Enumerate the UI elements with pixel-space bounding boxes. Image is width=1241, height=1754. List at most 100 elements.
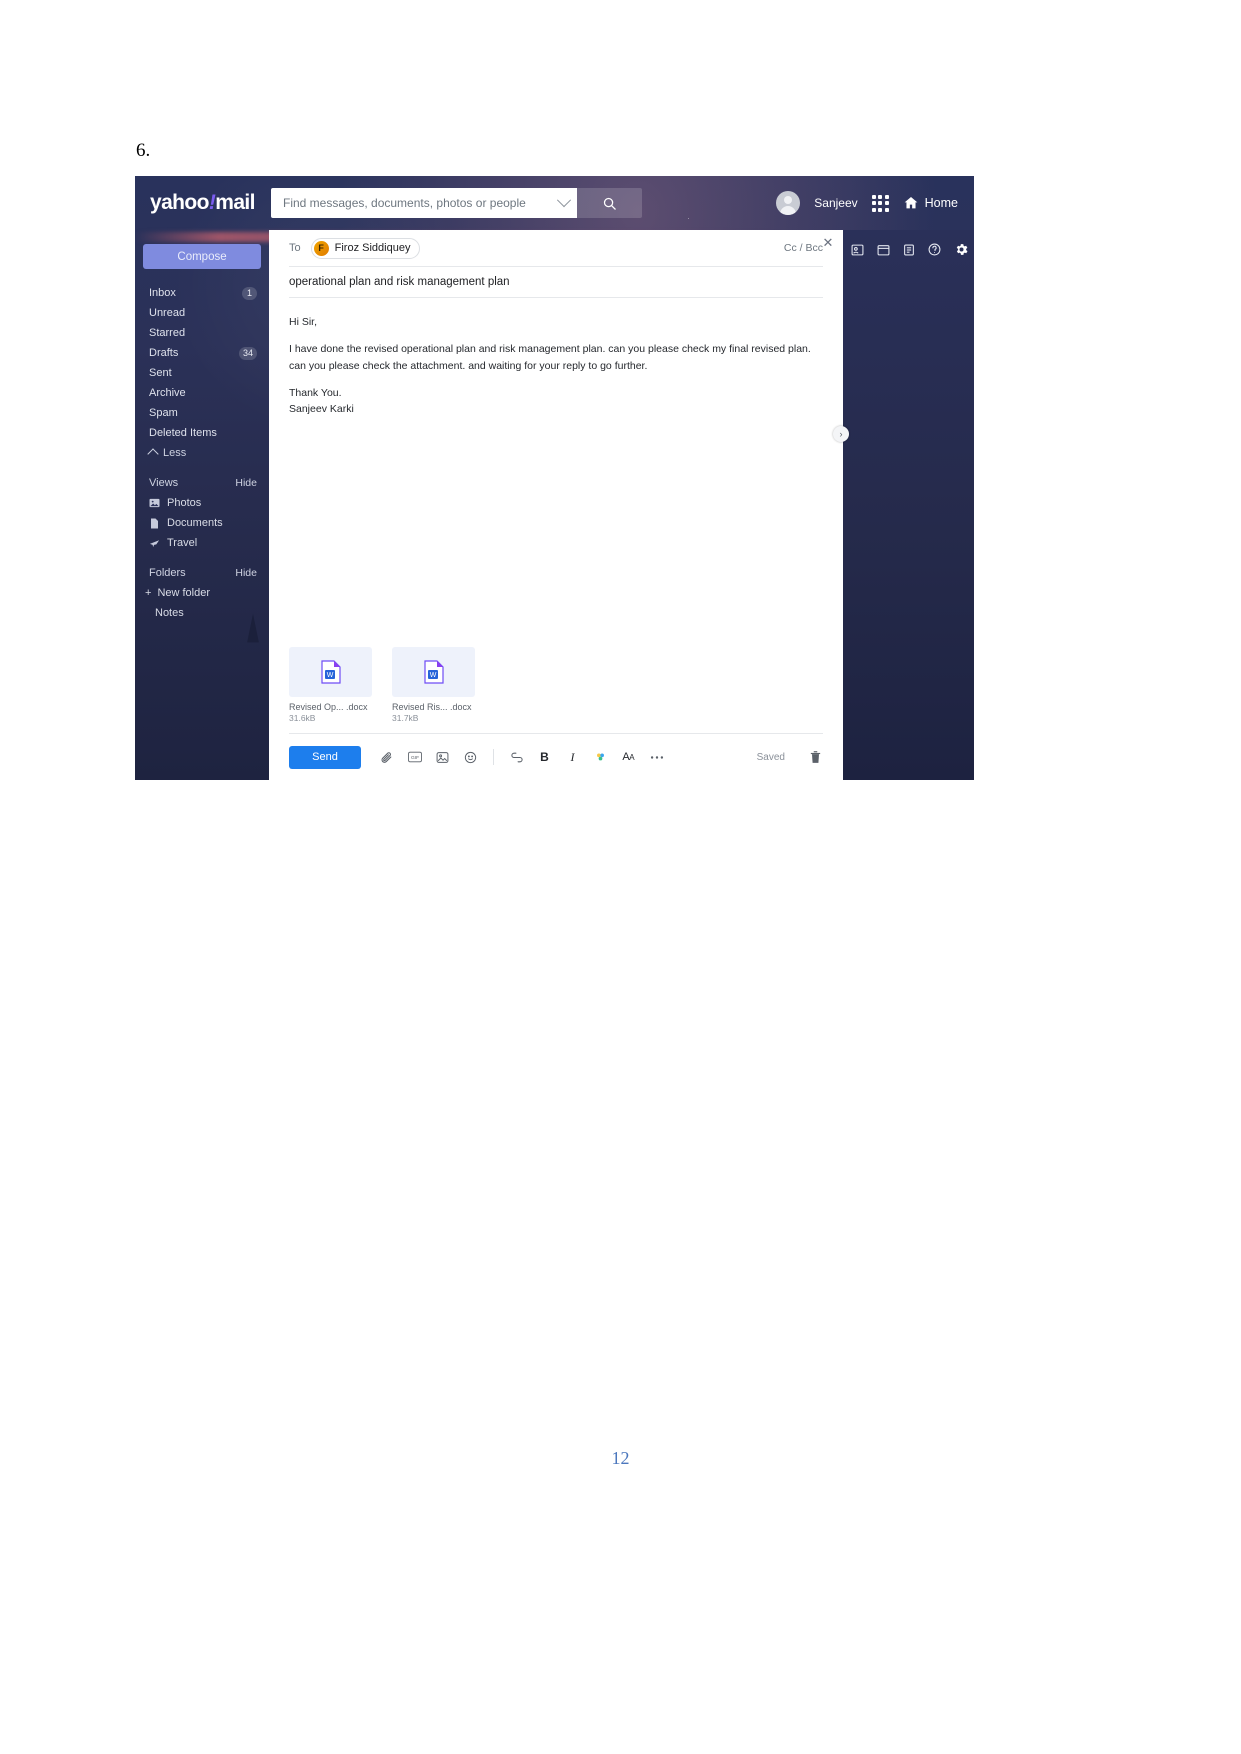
body-signature: Sanjeev Karki bbox=[289, 403, 354, 416]
user-name-label: Sanjeev bbox=[814, 196, 858, 210]
notepad-icon[interactable] bbox=[903, 244, 915, 259]
recipient-row: To F Firoz Siddiquey Cc / Bcc bbox=[289, 230, 823, 267]
sidebar-item-unread[interactable]: Unread bbox=[135, 303, 269, 323]
text-color-icon[interactable] bbox=[593, 750, 608, 765]
unread-badge: 1 bbox=[242, 286, 257, 300]
list-item-number: 6. bbox=[136, 140, 151, 161]
sidebar-item-photos[interactable]: Photos bbox=[135, 493, 269, 513]
views-title: Views bbox=[149, 477, 179, 489]
help-icon[interactable] bbox=[928, 243, 941, 259]
recipient-chip[interactable]: F Firoz Siddiquey bbox=[310, 237, 421, 259]
sidebar-item-label: Documents bbox=[167, 517, 223, 529]
sidebar-item-label: Sent bbox=[149, 367, 172, 379]
yahoo-mail-logo[interactable]: yahoo!mail bbox=[135, 191, 269, 215]
attachment-size: 31.7kB bbox=[392, 713, 419, 723]
sidebar-less-toggle[interactable]: Less bbox=[135, 443, 269, 463]
sidebar-item-documents[interactable]: Documents bbox=[135, 513, 269, 533]
emoji-icon[interactable] bbox=[463, 750, 478, 765]
sidebar-item-spam[interactable]: Spam bbox=[135, 403, 269, 423]
sidebar: Compose Inbox 1 Unread Starred Drafts 34… bbox=[135, 230, 269, 780]
recipient-name: Firoz Siddiquey bbox=[334, 242, 411, 254]
attachment-item[interactable]: W Revised Op... .docx 31.6kB bbox=[289, 647, 372, 723]
home-link[interactable]: Home bbox=[903, 195, 958, 211]
new-folder-button[interactable]: + New folder bbox=[135, 583, 269, 603]
close-icon[interactable]: ✕ bbox=[821, 236, 835, 250]
folders-hide-button[interactable]: Hide bbox=[235, 567, 257, 579]
palette-icon bbox=[597, 752, 604, 760]
folders-section-header: Folders Hide bbox=[135, 563, 269, 583]
search-area: Find messages, documents, photos or peop… bbox=[271, 188, 642, 218]
sidebar-item-label: Spam bbox=[149, 407, 178, 419]
chevron-up-icon bbox=[147, 448, 159, 460]
svg-text:W: W bbox=[326, 672, 333, 679]
settings-gear-icon[interactable] bbox=[954, 242, 969, 260]
home-label: Home bbox=[924, 196, 958, 210]
sidebar-item-archive[interactable]: Archive bbox=[135, 383, 269, 403]
search-button[interactable] bbox=[577, 188, 642, 218]
svg-text:W: W bbox=[429, 672, 436, 679]
yahoo-mail-screenshot: yahoo!mail Find messages, documents, pho… bbox=[135, 176, 974, 780]
body-line-1: I have done the revised operational plan… bbox=[289, 343, 811, 356]
contacts-icon[interactable] bbox=[851, 244, 864, 259]
search-icon bbox=[603, 197, 616, 210]
attachment-name: Revised Ris... .docx bbox=[392, 702, 472, 712]
more-options-icon[interactable] bbox=[649, 750, 664, 765]
photo-icon bbox=[149, 498, 160, 509]
subject-input[interactable]: operational plan and risk management pla… bbox=[289, 267, 823, 298]
trash-icon[interactable] bbox=[808, 750, 823, 765]
italic-icon[interactable]: I bbox=[565, 750, 580, 765]
sidebar-item-inbox[interactable]: Inbox 1 bbox=[135, 283, 269, 303]
sidebar-item-label: Unread bbox=[149, 307, 186, 319]
header-right-controls: Sanjeev Home bbox=[776, 191, 974, 215]
send-button[interactable]: Send bbox=[289, 745, 361, 769]
sidebar-item-label: Photos bbox=[167, 497, 202, 509]
logo-text-yahoo: yahoo bbox=[150, 191, 209, 214]
avatar[interactable] bbox=[776, 191, 801, 215]
sidebar-item-starred[interactable]: Starred bbox=[135, 323, 269, 343]
bold-icon[interactable]: B bbox=[537, 750, 552, 765]
to-label: To bbox=[289, 242, 301, 254]
body-line-2: can you please check the attachment. and… bbox=[289, 359, 648, 372]
app-header: yahoo!mail Find messages, documents, pho… bbox=[135, 176, 974, 230]
attach-icon[interactable] bbox=[379, 750, 394, 765]
new-folder-label: New folder bbox=[157, 587, 211, 599]
link-icon[interactable] bbox=[509, 750, 524, 765]
sidebar-item-sent[interactable]: Sent bbox=[135, 363, 269, 383]
home-icon bbox=[904, 197, 917, 209]
sidebar-less-label: Less bbox=[163, 447, 187, 459]
document-icon bbox=[149, 518, 160, 529]
chevron-down-icon[interactable] bbox=[556, 193, 572, 208]
views-hide-button[interactable]: Hide bbox=[235, 477, 257, 489]
sidebar-item-deleted-items[interactable]: Deleted Items bbox=[135, 423, 269, 443]
word-doc-icon: W bbox=[423, 660, 444, 684]
apps-grid-icon[interactable] bbox=[871, 194, 889, 212]
image-icon[interactable] bbox=[435, 750, 450, 765]
gif-icon[interactable]: GIF bbox=[407, 750, 422, 765]
attachment-item[interactable]: W Revised Ris... .docx 31.7kB bbox=[392, 647, 475, 723]
search-input[interactable]: Find messages, documents, photos or peop… bbox=[271, 188, 577, 218]
sidebar-item-travel[interactable]: Travel bbox=[135, 533, 269, 553]
plane-icon bbox=[149, 538, 160, 549]
compose-button[interactable]: Compose bbox=[143, 244, 261, 269]
save-status-label: Saved bbox=[756, 751, 785, 763]
calendar-icon[interactable] bbox=[877, 244, 890, 259]
attachment-thumbnail[interactable]: W bbox=[392, 647, 475, 697]
draft-count-badge: 34 bbox=[238, 346, 257, 360]
compose-panel: ✕ To F Firoz Siddiquey Cc / Bcc operatio… bbox=[269, 230, 843, 780]
attachment-size: 31.6kB bbox=[289, 713, 316, 723]
cc-bcc-button[interactable]: Cc / Bcc bbox=[784, 242, 823, 254]
attachment-thumbnail[interactable]: W bbox=[289, 647, 372, 697]
sidebar-folder-list: Inbox 1 Unread Starred Drafts 34 Sent Ar… bbox=[135, 283, 269, 463]
message-body[interactable]: Hi Sir, I have done the revised operatio… bbox=[289, 298, 823, 647]
panel-collapse-button[interactable]: › bbox=[833, 426, 849, 442]
sidebar-item-label: Travel bbox=[167, 537, 198, 549]
svg-text:GIF: GIF bbox=[410, 755, 418, 761]
font-size-icon[interactable]: AA bbox=[621, 750, 636, 765]
sidebar-item-drafts[interactable]: Drafts 34 bbox=[135, 343, 269, 363]
folders-title: Folders bbox=[149, 567, 186, 579]
right-rail bbox=[843, 230, 974, 780]
toolbar-divider bbox=[493, 749, 494, 765]
sidebar-item-label: Deleted Items bbox=[149, 427, 217, 439]
word-doc-icon: W bbox=[320, 660, 341, 684]
sidebar-item-notes[interactable]: Notes bbox=[135, 603, 269, 623]
